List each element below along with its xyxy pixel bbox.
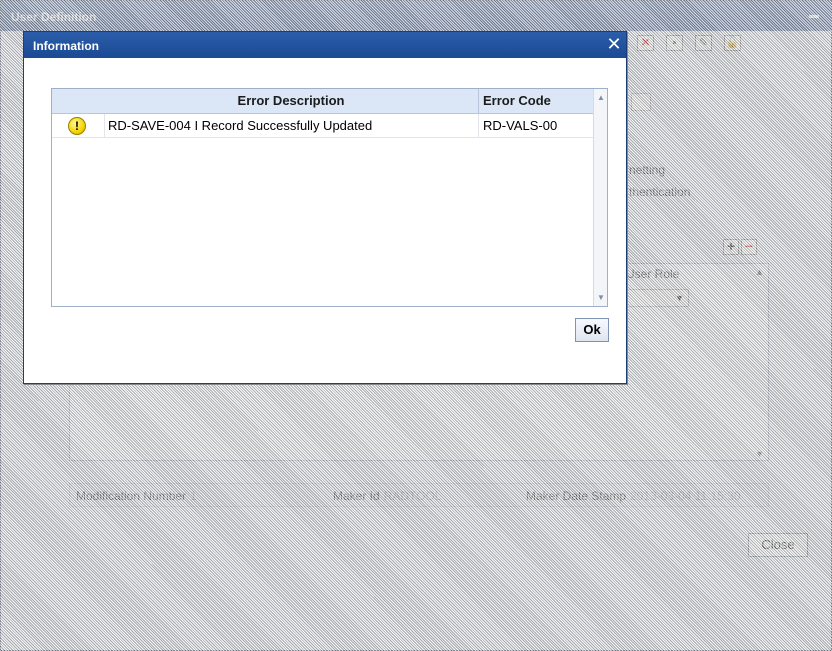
minimize-icon[interactable]	[809, 15, 819, 18]
dropdown-stub[interactable]	[631, 93, 651, 111]
grid-header: Error Description Error Code	[52, 89, 593, 114]
scroll-down-icon[interactable]: ▼	[597, 293, 605, 302]
scroll-up-icon[interactable]: ▲	[755, 267, 764, 277]
modification-number-value: 1	[190, 489, 197, 503]
error-code-cell: RD-VALS-00	[483, 118, 558, 133]
vertical-scrollbar[interactable]: ▲ ▼	[593, 89, 607, 306]
audit-footer: Modification Number 1 Maker Id RADTOOL Mak…	[69, 483, 769, 507]
add-row-icon[interactable]: +	[723, 239, 739, 255]
scroll-down-icon[interactable]: ▼	[755, 449, 764, 459]
scroll-up-icon[interactable]: ▲	[597, 93, 605, 102]
maker-date-stamp: Maker Date Stamp 2013-03-04 11:15:30	[526, 489, 741, 503]
warning-icon: !	[68, 117, 86, 135]
maker-id: Maker Id RADTOOL	[333, 489, 441, 503]
modification-number-label: Modification Number	[76, 489, 187, 503]
dialog-title: Information	[33, 39, 99, 53]
remove-row-icon[interactable]: −	[741, 239, 757, 255]
netting-label: netting	[629, 163, 666, 177]
information-dialog: Information ✕ Error Description Error Co…	[23, 31, 627, 384]
maker-date-stamp-label: Maker Date Stamp	[526, 489, 627, 503]
print-icon[interactable]: ▪	[666, 35, 683, 51]
error-grid: Error Description Error Code ! RD-SAVE-0…	[51, 88, 608, 307]
unlock-icon[interactable]: 🔓	[724, 35, 741, 51]
maker-id-label: Maker Id	[333, 489, 380, 503]
maker-date-stamp-value: 2013-03-04 11:15:30	[630, 489, 741, 503]
row-icon-cell: !	[52, 114, 105, 138]
close-icon[interactable]: ✕	[604, 34, 624, 54]
close-button[interactable]: Close	[748, 533, 808, 557]
column-header-description[interactable]: Error Description	[52, 89, 479, 113]
user-role-select[interactable]: ▼	[627, 289, 689, 307]
edit-icon[interactable]: ✎	[695, 35, 712, 51]
error-description-cell: RD-SAVE-004 I Record Successfully Update…	[106, 114, 479, 138]
user-role-header: User Role	[626, 267, 680, 281]
window-titlebar: User Definition	[1, 1, 831, 31]
row-actions: + −	[723, 239, 757, 255]
delete-icon[interactable]: ✕	[637, 35, 654, 51]
toolbar: ✕ ▪ ✎ 🔓	[637, 35, 741, 51]
modification-number: Modification Number 1	[76, 489, 197, 503]
window-title: User Definition	[11, 10, 97, 24]
ok-button[interactable]: Ok	[575, 318, 609, 342]
authentication-label: thentication	[629, 185, 691, 199]
maker-id-value: RADTOOL	[383, 489, 442, 503]
column-header-code[interactable]: Error Code	[480, 89, 593, 113]
dialog-titlebar: Information ✕	[24, 32, 626, 58]
table-row[interactable]: ! RD-SAVE-004 I Record Successfully Upda…	[52, 114, 593, 138]
